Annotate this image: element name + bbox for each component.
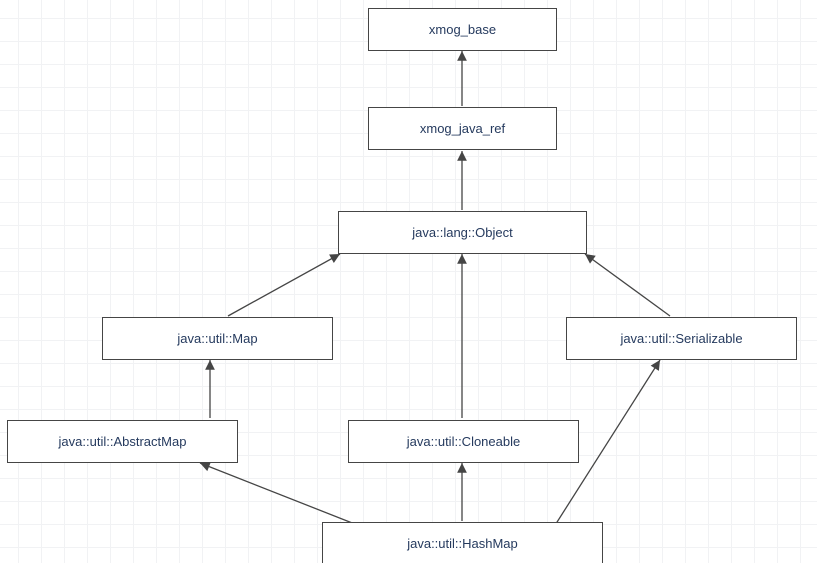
- node-xmog-base: xmog_base: [368, 8, 557, 51]
- diagram-canvas: xmog_base xmog_java_ref java::lang::Obje…: [0, 0, 817, 563]
- edge-map-to-object: [228, 254, 340, 316]
- node-java-util-serializable: java::util::Serializable: [566, 317, 797, 360]
- edge-hashmap-to-abstractmap: [200, 463, 370, 530]
- node-label: java::util::Serializable: [620, 331, 742, 347]
- node-label: java::lang::Object: [412, 225, 512, 241]
- node-label: xmog_base: [429, 22, 496, 38]
- node-java-util-cloneable: java::util::Cloneable: [348, 420, 579, 463]
- node-java-util-hashmap: java::util::HashMap: [322, 522, 603, 563]
- node-xmog-java-ref: xmog_java_ref: [368, 107, 557, 150]
- node-java-lang-object: java::lang::Object: [338, 211, 587, 254]
- node-label: java::util::AbstractMap: [59, 434, 187, 450]
- edge-layer: [0, 0, 817, 563]
- node-java-util-abstractmap: java::util::AbstractMap: [7, 420, 238, 463]
- node-label: java::util::Map: [177, 331, 257, 347]
- node-java-util-map: java::util::Map: [102, 317, 333, 360]
- node-label: java::util::HashMap: [407, 536, 518, 552]
- node-label: java::util::Cloneable: [407, 434, 520, 450]
- edge-serializable-to-object: [585, 254, 670, 316]
- node-label: xmog_java_ref: [420, 121, 505, 137]
